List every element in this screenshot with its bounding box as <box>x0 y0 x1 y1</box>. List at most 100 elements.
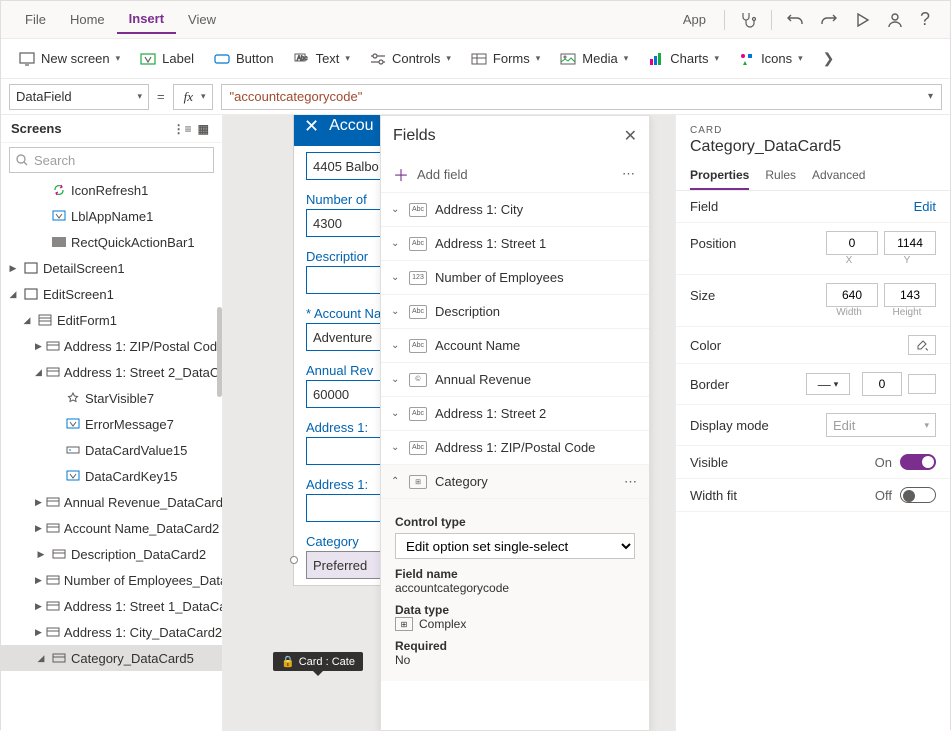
menu-home[interactable]: Home <box>58 6 117 33</box>
field-item[interactable]: ⌄AbcAddress 1: ZIP/Postal Code <box>381 431 649 465</box>
play-icon[interactable] <box>846 8 878 32</box>
widthfit-toggle[interactable] <box>900 487 936 503</box>
tree-node[interactable]: RectQuickActionBar1 <box>1 229 222 255</box>
tree-node[interactable]: ▶Address 1: ZIP/Postal Code_ <box>1 333 222 359</box>
card-crumb: CARD <box>676 115 950 138</box>
add-field-button[interactable]: Add field <box>417 167 468 182</box>
border-style-select[interactable]: — ▾ <box>806 373 850 395</box>
paint-icon <box>915 338 929 352</box>
ribbon-overflow[interactable]: ❯ <box>813 46 845 71</box>
label-icon <box>140 51 156 67</box>
menu-view[interactable]: View <box>176 6 228 33</box>
fields-title: Fields <box>393 127 436 145</box>
field-item-expanded[interactable]: ⌃⊞Category⋯ <box>381 465 649 499</box>
field-item[interactable]: ⌄AbcAddress 1: Street 2 <box>381 397 649 431</box>
tree-node[interactable]: ◢EditForm1 <box>1 307 222 333</box>
close-fields-icon[interactable]: ✕ <box>624 126 637 146</box>
equals-label: = <box>157 89 165 104</box>
tree-node[interactable]: DataCardValue15 <box>1 437 222 463</box>
menu-bar: File Home Insert View App ? <box>1 1 950 39</box>
fields-panel: Fields ✕ ＋ Add field ⋯ ⌄AbcAddress 1: Ci… <box>380 115 650 731</box>
charts-menu[interactable]: Charts▾ <box>638 47 729 71</box>
stethoscope-icon[interactable] <box>731 7 765 33</box>
menu-file[interactable]: File <box>13 6 58 33</box>
tree-node[interactable]: ◢Address 1: Street 2_DataCar <box>1 359 222 385</box>
formula-bar: DataField▾ = fx▾ "accountcategorycode" ▾ <box>1 79 950 115</box>
tree-search-input[interactable]: Search <box>9 147 214 173</box>
visible-toggle[interactable] <box>900 454 936 470</box>
expand-formula-icon[interactable]: ▾ <box>928 91 933 102</box>
display-mode-select[interactable]: Edit▾ <box>826 413 936 437</box>
pos-y-input[interactable] <box>884 231 936 255</box>
label-button[interactable]: Label <box>130 47 204 71</box>
field-item[interactable]: ⌄AbcAccount Name <box>381 329 649 363</box>
border-label: Border <box>690 377 806 392</box>
text-menu[interactable]: Abc Text▾ <box>284 47 360 71</box>
person-icon[interactable] <box>878 7 912 33</box>
tree-node[interactable]: ▶Description_DataCard2 <box>1 541 222 567</box>
canvas: ✕ Accou 4405 Balbo Number of4300Descript… <box>223 115 675 731</box>
media-menu[interactable]: Media▾ <box>550 47 638 71</box>
tab-properties[interactable]: Properties <box>690 162 749 190</box>
tree-node[interactable]: ◢Category_DataCard5 <box>1 645 222 671</box>
tab-advanced[interactable]: Advanced <box>812 162 865 190</box>
size-label: Size <box>690 288 820 303</box>
tree-node[interactable]: ▶Account Name_DataCard2 <box>1 515 222 541</box>
fx-button[interactable]: fx▾ <box>173 84 213 110</box>
close-icon[interactable]: ✕ <box>304 116 319 137</box>
redo-icon[interactable] <box>812 7 846 33</box>
tree-scrollbar[interactable] <box>217 307 222 397</box>
tree-node[interactable]: ▶Address 1: City_DataCard2 <box>1 619 222 645</box>
new-screen-button[interactable]: New screen▾ <box>9 47 130 71</box>
search-icon <box>16 154 28 166</box>
menu-app[interactable]: App <box>671 6 718 33</box>
edit-field-link[interactable]: Edit <box>914 199 936 214</box>
menu-insert[interactable]: Insert <box>117 5 176 34</box>
tree-node[interactable]: ErrorMessage7 <box>1 411 222 437</box>
tree-sort-icon[interactable]: ⋮≡ <box>170 122 195 136</box>
button-icon <box>214 51 230 67</box>
formula-input[interactable]: "accountcategorycode" ▾ <box>221 84 942 110</box>
undo-icon[interactable] <box>778 7 812 33</box>
tree-node[interactable]: ▶Address 1: Street 1_DataCar <box>1 593 222 619</box>
plus-icon: ＋ <box>393 162 409 186</box>
border-color-swatch[interactable] <box>908 374 936 394</box>
ribbon: New screen▾ Label Button Abc Text▾ Contr… <box>1 39 950 79</box>
pos-x-input[interactable] <box>826 231 878 255</box>
tree-title: Screens <box>11 121 62 136</box>
tree-node[interactable]: ▶Annual Revenue_DataCard2 <box>1 489 222 515</box>
visible-label: Visible <box>690 455 875 470</box>
tree-node[interactable]: DataCardKey15 <box>1 463 222 489</box>
control-type-select[interactable]: Edit option set single-select <box>395 533 635 559</box>
field-item[interactable]: ⌄AbcAddress 1: City <box>381 193 649 227</box>
width-input[interactable] <box>826 283 878 307</box>
field-item[interactable]: ⌄AbcDescription <box>381 295 649 329</box>
height-input[interactable] <box>884 283 936 307</box>
border-width-input[interactable] <box>862 372 902 396</box>
forms-icon <box>471 51 487 67</box>
controls-icon <box>370 51 386 67</box>
property-selector[interactable]: DataField▾ <box>9 84 149 110</box>
fields-more-icon[interactable]: ⋯ <box>622 166 637 182</box>
tree-node[interactable]: StarVisible7 <box>1 385 222 411</box>
field-item[interactable]: ⌄123Number of Employees <box>381 261 649 295</box>
tree-node[interactable]: IconRefresh1 <box>1 177 222 203</box>
color-swatch[interactable] <box>908 335 936 355</box>
forms-menu[interactable]: Forms▾ <box>461 47 550 71</box>
text-icon: Abc <box>294 51 310 67</box>
field-item[interactable]: ⌄AbcAddress 1: Street 1 <box>381 227 649 261</box>
tree-node[interactable]: ▶DetailScreen1 <box>1 255 222 281</box>
button-button[interactable]: Button <box>204 47 284 71</box>
tab-rules[interactable]: Rules <box>765 162 796 190</box>
help-icon[interactable]: ? <box>912 5 938 34</box>
field-item[interactable]: ⌄©Annual Revenue <box>381 363 649 397</box>
card-tooltip: 🔒 Card : Cate <box>273 652 363 671</box>
tree-node[interactable]: LblAppName1 <box>1 203 222 229</box>
field-label: Field <box>690 199 914 214</box>
display-mode-label: Display mode <box>690 418 826 433</box>
tree-grid-icon[interactable]: ▦ <box>195 122 212 136</box>
tree-node[interactable]: ◢EditScreen1 <box>1 281 222 307</box>
controls-menu[interactable]: Controls▾ <box>360 47 461 71</box>
icons-menu[interactable]: Icons▾ <box>729 47 813 71</box>
tree-node[interactable]: ▶Number of Employees_Data <box>1 567 222 593</box>
